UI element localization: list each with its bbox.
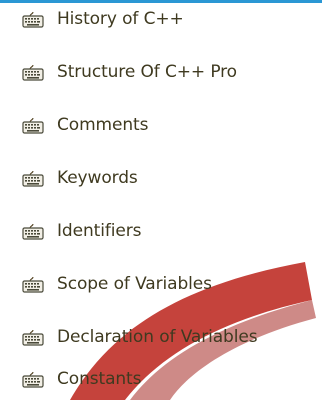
menu-item-label: History of C++ [57, 9, 184, 29]
keyboard-icon [22, 276, 44, 293]
menu-item-label: Scope of Variables [57, 274, 212, 294]
menu-item-scope-of-variables[interactable]: Scope of Variables [22, 269, 212, 299]
menu-item-comments[interactable]: Comments [22, 110, 148, 140]
menu-item-keywords[interactable]: Keywords [22, 163, 138, 193]
menu-item-label: Declaration of Variables [57, 327, 258, 347]
menu-item-history-of-cpp[interactable]: History of C++ [22, 4, 184, 34]
menu-item-constants[interactable]: Constants [22, 364, 141, 394]
menu-item-structure-of-cpp-program[interactable]: Structure Of C++ Pro [22, 57, 237, 87]
top-accent-bar [0, 0, 322, 3]
menu-item-label: Keywords [57, 168, 138, 188]
keyboard-icon [22, 223, 44, 240]
menu-item-label: Constants [57, 369, 142, 389]
keyboard-icon [22, 329, 44, 346]
keyboard-icon [22, 371, 44, 388]
keyboard-icon [22, 170, 44, 187]
menu-item-label: Structure Of C++ Pro [57, 62, 237, 82]
keyboard-icon [22, 117, 44, 134]
menu-item-declaration-of-variables[interactable]: Declaration of Variables [22, 322, 258, 352]
keyboard-icon [22, 11, 44, 28]
menu-item-label: Comments [57, 115, 149, 135]
menu-item-identifiers[interactable]: Identifiers [22, 216, 141, 246]
menu-item-label: Identifiers [57, 221, 142, 241]
keyboard-icon [22, 64, 44, 81]
